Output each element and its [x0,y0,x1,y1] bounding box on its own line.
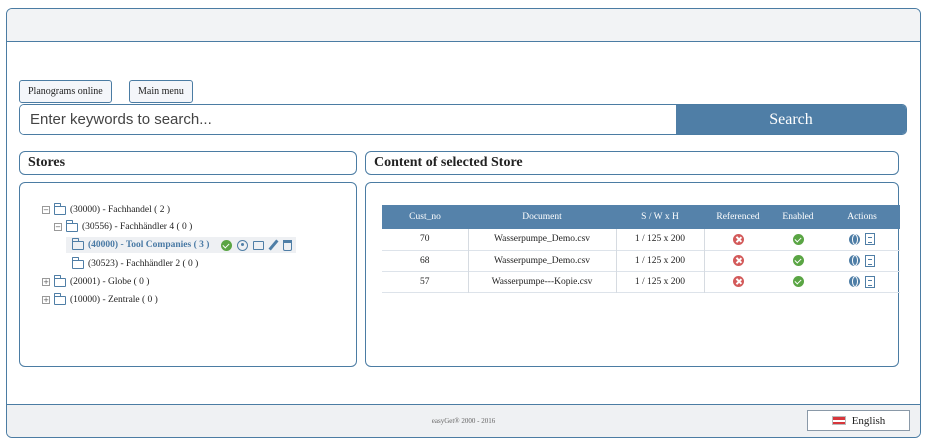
tree-item-label: (30523) - Fachhändler 2 ( 0 ) [88,258,199,269]
planograms-online-button[interactable]: Planograms online [19,80,112,103]
not-referenced-icon [732,255,744,266]
table-row[interactable]: 70 Wasserpumpe_Demo.csv 1 / 125 x 200 [382,229,900,250]
tree-item[interactable]: − (30000) - Fachhandel ( 2 ) [42,202,170,218]
tree-item-selected[interactable]: (40000) - Tool Companies ( 3 ) [66,237,297,253]
document-icon[interactable] [865,233,875,246]
top-bar [7,9,920,42]
tree-item[interactable]: (30523) - Fachhändler 2 ( 0 ) [71,256,199,272]
actions-cell [824,271,900,292]
content-panel: Cust_no Document S / W x H Referenced En… [365,182,900,367]
referenced-cell [704,229,772,250]
folder-icon [71,256,84,269]
collapse-toggle-icon[interactable]: − [54,223,62,231]
enabled-cell [772,271,824,292]
column-header-actions: Actions [847,212,877,222]
tree-item[interactable]: − (30556) - Fachhändler 4 ( 0 ) [54,219,192,235]
collapse-toggle-icon[interactable]: − [42,206,50,214]
tree-item[interactable]: + (10000) - Zentrale ( 0 ) [42,292,158,308]
main-menu-button[interactable]: Main menu [129,80,193,103]
globe-icon[interactable] [849,233,860,245]
dimensions-cell: 1 / 125 x 200 [616,229,705,250]
language-button[interactable]: English [807,410,910,431]
folder-icon [65,219,78,232]
document-cell[interactable]: Wasserpumpe_Demo.csv [467,250,617,271]
table-row[interactable]: 68 Wasserpumpe_Demo.csv 1 / 125 x 200 [382,250,900,271]
expand-toggle-icon[interactable]: + [42,296,50,304]
document-icon[interactable] [865,275,875,288]
flag-icon [831,416,846,425]
folder-icon [53,274,66,287]
trash-icon[interactable] [283,239,293,251]
table-header-row: Cust_no Document S / W x H Referenced En… [382,205,900,229]
copyright-text: easyGet® 2000 - 2016 [431,417,496,425]
search-input[interactable] [20,105,676,134]
dimensions-cell: 1 / 125 x 200 [616,271,705,292]
enabled-cell [772,250,824,271]
tree-item-label: (10000) - Zentrale ( 0 ) [70,294,158,305]
content-table: Cust_no Document S / W x H Referenced En… [382,205,900,293]
folder-icon [53,292,66,305]
globe-icon[interactable] [849,276,860,287]
column-header-cust-no[interactable]: Cust_no [382,205,468,229]
content-panel-title: Content of selected Store [365,151,899,175]
tree-item-label: (30556) - Fachhändler 4 ( 0 ) [82,221,193,232]
enabled-check-icon[interactable] [792,233,804,245]
stores-panel-title: Stores [19,151,357,175]
globe-icon[interactable] [849,255,860,266]
stores-panel: − (30000) - Fachhandel ( 2 ) − (30556) -… [19,182,357,367]
edit-icon[interactable] [268,239,279,251]
search-button[interactable]: Search [676,105,906,134]
table-row[interactable]: 57 Wasserpumpe---Kopie.csv 1 / 125 x 200 [382,271,900,292]
column-header-enabled[interactable]: Enabled [772,205,824,229]
tree-item[interactable]: + (20001) - Globe ( 0 ) [42,274,149,290]
folder-icon [53,202,66,215]
expand-toggle-icon[interactable]: + [42,278,50,286]
tree-item-label: (40000) - Tool Companies ( 3 ) [88,239,210,250]
column-header-dimensions[interactable]: S / W x H [616,205,704,229]
not-referenced-icon [732,276,744,287]
search-bar: Search [19,104,907,135]
document-icon[interactable] [865,254,875,267]
tree-actions [221,239,293,251]
referenced-cell [704,250,772,271]
referenced-cell [704,271,772,292]
app-frame: Planograms online Main menu Search Store… [6,8,921,438]
enable-icon[interactable] [221,239,233,251]
monitor-icon[interactable] [253,240,265,250]
view-icon[interactable] [237,239,249,251]
column-header-document[interactable]: Document [468,205,616,229]
document-cell[interactable]: Wasserpumpe---Kopie.csv [467,271,617,292]
actions-cell [824,229,900,250]
cust-no-cell: 57 [420,276,430,287]
column-header-referenced[interactable]: Referenced [704,205,772,229]
document-cell[interactable]: Wasserpumpe_Demo.csv [467,229,617,250]
tree-item-label: (20001) - Globe ( 0 ) [70,276,150,287]
tree-item-label: (30000) - Fachhandel ( 2 ) [70,204,170,215]
enabled-check-icon[interactable] [792,276,804,287]
enabled-check-icon[interactable] [792,255,804,266]
not-referenced-icon [732,233,744,245]
dimensions-cell: 1 / 125 x 200 [616,250,705,271]
language-label: English [851,414,886,427]
actions-cell [824,250,900,271]
enabled-cell [772,229,824,250]
cust-no-cell: 70 [420,234,430,245]
footer: easyGet® 2000 - 2016 English [7,404,920,437]
folder-icon [71,237,84,250]
cust-no-cell: 68 [420,255,430,266]
